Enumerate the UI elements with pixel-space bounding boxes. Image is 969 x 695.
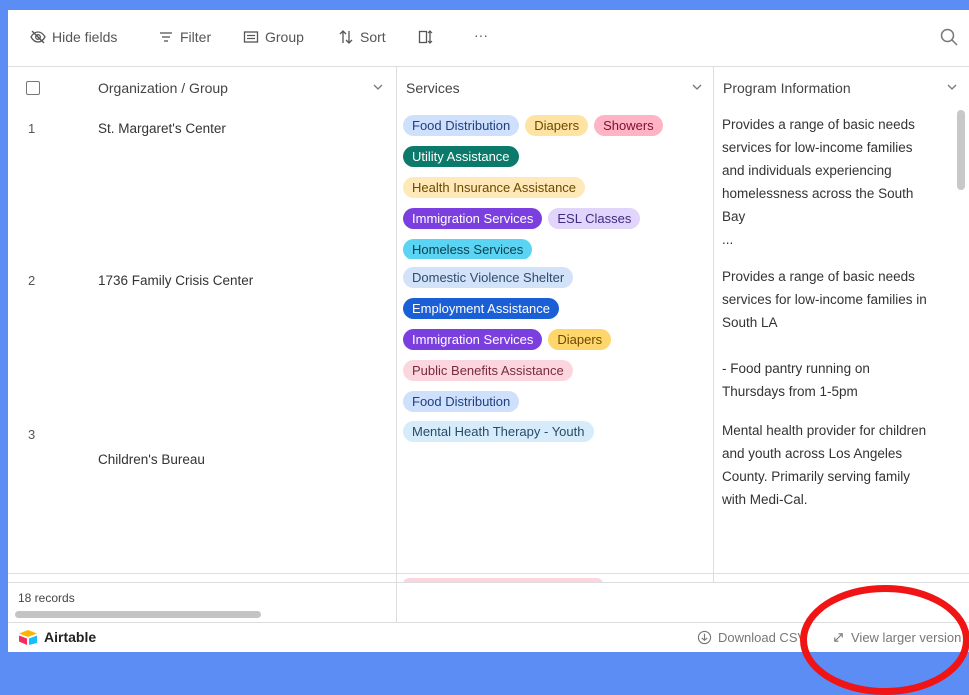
group-button[interactable]: Group bbox=[243, 29, 304, 45]
column-header-org[interactable]: Organization / Group bbox=[98, 67, 228, 108]
tag-line: Mental Heath Therapy - Youth bbox=[403, 421, 703, 452]
eye-slash-icon bbox=[30, 30, 46, 44]
tag-line: Food Distribution Diapers Showers bbox=[403, 115, 703, 146]
organization-name[interactable]: St. Margaret's Center bbox=[98, 121, 226, 136]
tag-line: Employment Assistance bbox=[403, 298, 703, 329]
program-info-line: Provides a range of basic needs bbox=[722, 269, 915, 284]
airtable-logo[interactable]: Airtable bbox=[18, 629, 96, 645]
search-icon[interactable] bbox=[939, 27, 959, 47]
program-info-line: South LA bbox=[722, 315, 778, 330]
service-tag: ESL Classes bbox=[548, 208, 641, 229]
organization-name[interactable]: Children's Bureau bbox=[98, 452, 205, 467]
program-info-line: services for low-income families bbox=[722, 140, 913, 155]
program-info-cell[interactable]: Provides a range of basic needs services … bbox=[722, 113, 962, 251]
program-info-line bbox=[722, 334, 962, 357]
service-tag: Employment Assistance bbox=[403, 298, 560, 319]
column-header-services-label: Services bbox=[406, 79, 460, 96]
program-info-line: with Medi-Cal. bbox=[722, 492, 808, 507]
group-icon bbox=[243, 31, 259, 43]
chevron-down-icon[interactable] bbox=[946, 81, 958, 93]
program-info-cell[interactable]: Mental health provider for children and y… bbox=[722, 419, 962, 511]
service-tag: Domestic Violence Shelter bbox=[403, 267, 574, 288]
more-label: ··· bbox=[474, 27, 488, 43]
program-info-line: services for low-income families in bbox=[722, 292, 927, 307]
download-icon bbox=[697, 630, 712, 645]
filter-label: Filter bbox=[180, 29, 212, 45]
more-options-button[interactable]: ··· bbox=[474, 27, 488, 43]
annotation-highlight-circle bbox=[800, 585, 969, 695]
service-tag: Immigration Services bbox=[403, 208, 543, 229]
services-cell[interactable]: Food Distribution Diapers Showers Utility A… bbox=[403, 115, 703, 270]
sort-button[interactable]: Sort bbox=[338, 29, 386, 45]
airtable-logo-icon bbox=[19, 630, 37, 645]
column-divider bbox=[396, 66, 397, 622]
service-tag: Diapers bbox=[525, 115, 589, 136]
column-header-program-label: Program Information bbox=[723, 79, 851, 96]
hide-fields-label: Hide fields bbox=[52, 29, 118, 45]
filter-button[interactable]: Filter bbox=[158, 29, 211, 45]
column-divider bbox=[396, 583, 397, 625]
program-info-cell[interactable]: Provides a range of basic needs services … bbox=[722, 265, 962, 403]
service-tag: Utility Assistance bbox=[403, 146, 519, 167]
table-row[interactable]: 1 St. Margaret's Center Food Distribution D… bbox=[8, 107, 969, 260]
column-header-row: Organization / Group Services Program In… bbox=[8, 66, 969, 109]
select-all-checkbox[interactable] bbox=[26, 81, 40, 95]
sort-icon bbox=[339, 30, 353, 44]
service-tag: Food Distribution bbox=[403, 391, 520, 412]
service-tag: Showers bbox=[594, 115, 663, 136]
sort-label: Sort bbox=[360, 29, 386, 45]
hide-fields-button[interactable]: Hide fields bbox=[30, 29, 117, 45]
table-row[interactable]: 3 Children's Bureau Mental Heath Therapy -… bbox=[8, 413, 969, 574]
program-info-line: Provides a range of basic needs bbox=[722, 117, 915, 132]
tag-line: Domestic Violence Shelter bbox=[403, 267, 703, 298]
program-info-line: and youth across Los Angeles bbox=[722, 446, 903, 461]
services-cell[interactable]: Domestic Violence Shelter Employment Assi… bbox=[403, 267, 703, 422]
program-info-line: homelessness across the South bbox=[722, 186, 914, 201]
program-info-line: - Food pantry running on bbox=[722, 361, 870, 376]
program-info-line: ... bbox=[722, 232, 734, 247]
table-row[interactable]: 2 1736 Family Crisis Center Domestic Viole… bbox=[8, 259, 969, 414]
row-number: 1 bbox=[28, 121, 36, 136]
program-info-line: and individuals experiencing bbox=[722, 163, 892, 178]
brand-name: Airtable bbox=[44, 629, 97, 645]
tag-line: Immigration Services ESL Classes bbox=[403, 208, 703, 239]
column-header-program[interactable]: Program Information bbox=[723, 67, 851, 108]
organization-name[interactable]: 1736 Family Crisis Center bbox=[98, 273, 253, 288]
row-height-button[interactable] bbox=[418, 29, 434, 45]
tag-line: Health Insurance Assistance bbox=[403, 177, 703, 208]
column-divider bbox=[713, 66, 714, 582]
airtable-embed: Hide fields Filter Group Sort ··· Organi… bbox=[8, 10, 969, 652]
tag-line: Immigration Services Diapers bbox=[403, 329, 703, 360]
service-tag: Mental Heath Therapy - Youth bbox=[403, 421, 594, 442]
row-number: 2 bbox=[28, 273, 36, 288]
vertical-scrollbar[interactable] bbox=[957, 110, 965, 190]
column-header-org-label: Organization / Group bbox=[98, 79, 228, 96]
service-tag: Public Benefits Assistance bbox=[403, 360, 573, 381]
record-count: 18 records bbox=[18, 591, 75, 605]
chevron-down-icon[interactable] bbox=[691, 81, 703, 93]
chevron-down-icon[interactable] bbox=[372, 81, 384, 93]
program-info-line: Thursdays from 1-5pm bbox=[722, 384, 858, 399]
tag-line: Public Benefits Assistance bbox=[403, 360, 703, 391]
filter-icon bbox=[160, 32, 172, 42]
column-header-services[interactable]: Services bbox=[406, 67, 460, 108]
program-info-line: Mental health provider for children bbox=[722, 423, 927, 438]
group-label: Group bbox=[265, 29, 304, 45]
view-toolbar: Hide fields Filter Group Sort ··· bbox=[8, 10, 969, 66]
program-info-line: County. Primarily serving family bbox=[722, 469, 911, 484]
download-csv-label: Download CSV bbox=[718, 630, 807, 645]
tag-line: Utility Assistance bbox=[403, 146, 703, 177]
row-height-icon bbox=[418, 30, 433, 44]
service-tag: Diapers bbox=[548, 329, 612, 350]
row-number: 3 bbox=[28, 427, 36, 442]
service-tag: Homeless Services bbox=[403, 239, 533, 260]
service-tag: Health Insurance Assistance bbox=[403, 177, 586, 198]
horizontal-scrollbar[interactable] bbox=[15, 611, 261, 618]
download-csv-link[interactable]: Download CSV bbox=[697, 630, 806, 645]
service-tag: Immigration Services bbox=[403, 329, 543, 350]
services-cell[interactable]: Mental Heath Therapy - Youth bbox=[403, 421, 703, 452]
program-info-line: Bay bbox=[722, 209, 746, 224]
service-tag: Food Distribution bbox=[403, 115, 520, 136]
